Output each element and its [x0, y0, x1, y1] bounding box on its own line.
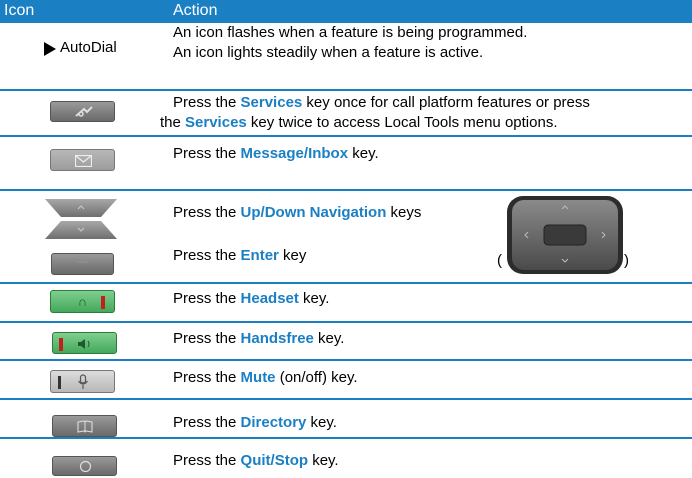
services-text-4: key twice to access Local Tools menu opt… [246, 114, 558, 131]
message-text-2: key. [348, 145, 379, 162]
action-column-header: Action [173, 2, 218, 19]
handsfree-text-1: Press the [173, 330, 241, 347]
quit-stop-key-icon [52, 456, 117, 476]
mute-description: Press the Mute (on/off) key. [173, 368, 358, 388]
navigation-text-2: keys [386, 204, 422, 221]
services-text-2: key once for call platform features or p… [302, 94, 590, 111]
directory-description: Press the Directory key. [173, 413, 337, 433]
directory-text-1: Press the [173, 414, 241, 431]
enter-text-2: key [278, 247, 307, 264]
autodial-description: An icon flashes when a feature is being … [173, 23, 527, 63]
directory-keyword: Directory [240, 414, 307, 431]
autodial-line-1: An icon flashes when a feature is being … [173, 24, 528, 41]
message-description: Press the Message/Inbox key. [173, 144, 379, 164]
quit-text-2: key. [308, 452, 339, 469]
handsfree-key-icon [52, 332, 117, 354]
enter-key-icon: — [51, 253, 114, 275]
nav-up-down-keys-icon [45, 199, 117, 239]
enter-keyword: Enter [240, 247, 279, 264]
navigation-text-1: Press the [173, 204, 241, 221]
message-keyword: Message/Inbox [240, 145, 349, 162]
headset-text-1: Press the [173, 290, 241, 307]
message-inbox-key-icon [50, 149, 115, 171]
table-row-handsfree: Press the Handsfree key. [0, 323, 692, 359]
message-text-1: Press the [173, 145, 241, 162]
table-row-services: Press the Services key once for call pla… [0, 91, 692, 135]
services-keyword-2: Services [185, 114, 247, 131]
mute-text-2: (on/off) key. [275, 369, 358, 386]
envelope-icon [75, 155, 92, 167]
table-row-mute: Press the Mute (on/off) key. [0, 361, 692, 398]
navigation-description: Press the Up/Down Navigation keys [173, 203, 421, 223]
table-row-navigation: — Press the Up/Down Navigation keys Pres… [0, 191, 692, 282]
headset-key-icon: ∩ [50, 290, 115, 313]
directory-key-icon [52, 415, 117, 437]
headset-keyword: Headset [240, 290, 299, 307]
paren-close: ) [624, 252, 629, 269]
table-row-directory: Press the Directory key. [0, 400, 692, 437]
services-description: Press the Services key once for call pla… [160, 93, 590, 133]
headset-text-2: key. [298, 290, 330, 307]
navigation-cluster-icon [507, 196, 623, 274]
table-header: Icon Action [0, 0, 692, 23]
autodial-line-2: An icon lights steadily when a feature i… [173, 44, 484, 61]
handsfree-description: Press the Handsfree key. [173, 329, 344, 349]
services-key-icon [50, 101, 115, 122]
quit-description: Press the Quit/Stop key. [173, 451, 339, 471]
handsfree-text-2: key. [313, 330, 345, 347]
table-row-message: Press the Message/Inbox key. [0, 137, 692, 189]
handsfree-keyword: Handsfree [240, 330, 314, 347]
paren-open: ( [497, 252, 502, 269]
quit-text-1: Press the [173, 452, 241, 469]
services-text-1: Press the [173, 94, 241, 111]
mute-text-1: Press the [173, 369, 241, 386]
arrow-right-icon [44, 42, 56, 56]
enter-text-1: Press the [173, 247, 241, 264]
quit-keyword: Quit/Stop [240, 452, 309, 469]
mute-key-icon [50, 370, 115, 393]
services-keyword-1: Services [240, 94, 303, 111]
table-row-autodial: AutoDial An icon flashes when a feature … [0, 23, 692, 89]
table-row-headset: ∩ Press the Headset key. [0, 284, 692, 321]
directory-text-2: key. [306, 414, 337, 431]
services-text-3: the [160, 114, 186, 131]
table-row-quit: Press the Quit/Stop key. [0, 439, 692, 478]
autodial-icon-cell: AutoDial [0, 38, 165, 60]
enter-description: Press the Enter key [173, 246, 306, 266]
icon-column-header: Icon [4, 2, 35, 19]
autodial-label: AutoDial [60, 39, 117, 56]
headset-description: Press the Headset key. [173, 289, 329, 309]
navigation-keyword: Up/Down Navigation [240, 204, 387, 221]
mute-keyword: Mute [240, 369, 276, 386]
